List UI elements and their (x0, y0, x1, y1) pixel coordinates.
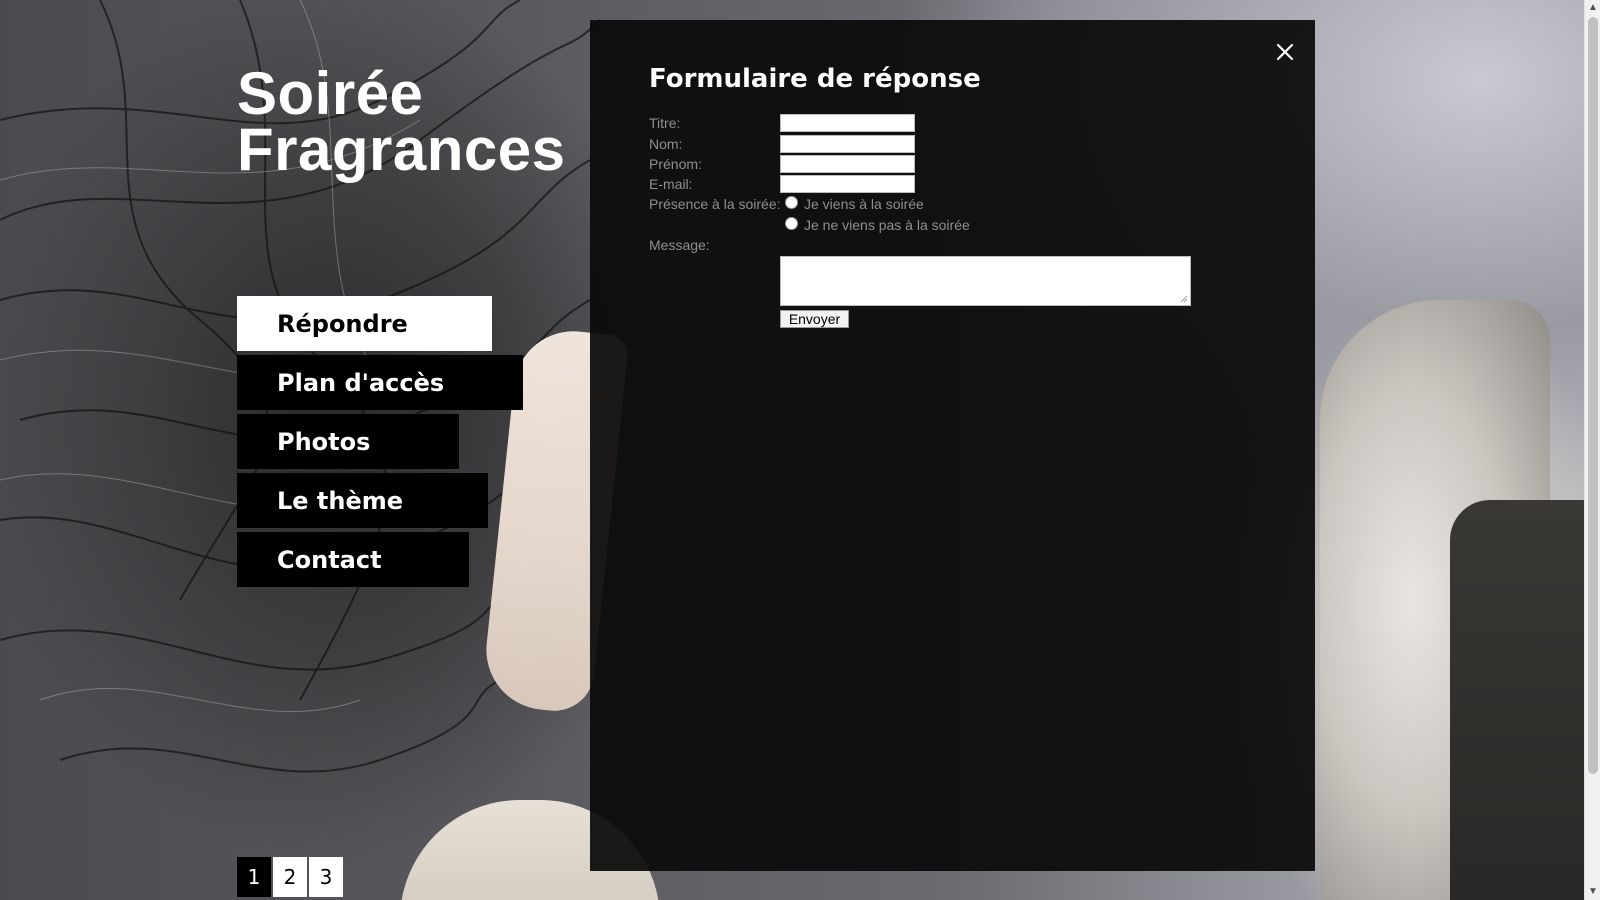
message-label: Message: (649, 237, 710, 253)
email-label: E-mail: (649, 176, 693, 192)
page-button-1[interactable]: 1 (237, 857, 271, 897)
nom-input[interactable] (780, 135, 915, 153)
radio-yes[interactable] (785, 196, 798, 209)
close-icon (1276, 43, 1294, 61)
nom-label: Nom: (649, 136, 683, 152)
nav-item-contact[interactable]: Contact (237, 532, 469, 587)
site-title-line2: Fragrances (237, 116, 566, 183)
nav-item-le-theme[interactable]: Le thème (237, 473, 488, 528)
message-textarea[interactable] (780, 256, 1191, 306)
nav-item-photos[interactable]: Photos (237, 414, 459, 469)
prenom-label: Prénom: (649, 156, 702, 172)
main-nav: Répondre Plan d'accès Photos Le thème Co… (237, 296, 523, 591)
scroll-down-arrow-icon[interactable]: ▼ (1585, 884, 1600, 900)
scroll-thumb[interactable] (1588, 17, 1598, 774)
modal-title: Formulaire de réponse (649, 64, 981, 94)
email-input[interactable] (780, 175, 915, 193)
site-title-line1: Soirée (237, 60, 424, 127)
nav-item-plan-acces[interactable]: Plan d'accès (237, 355, 523, 410)
titre-input[interactable] (780, 114, 915, 132)
response-form-modal: Formulaire de réponse Titre: Nom: Prénom… (590, 20, 1315, 871)
submit-button[interactable]: Envoyer (780, 310, 849, 328)
page-button-2[interactable]: 2 (273, 857, 307, 897)
radio-no-label[interactable]: Je ne viens pas à la soirée (804, 217, 970, 233)
page-button-3[interactable]: 3 (309, 857, 343, 897)
site-title: Soirée Fragrances (237, 60, 566, 183)
prenom-input[interactable] (780, 155, 915, 173)
coat-shape (1450, 500, 1584, 900)
resize-grip-icon[interactable] (1180, 295, 1188, 303)
presence-label: Présence à la soirée: (649, 196, 781, 212)
page-scrollbar[interactable]: ▲ ▼ (1584, 0, 1600, 900)
radio-yes-label[interactable]: Je viens à la soirée (804, 196, 924, 212)
radio-no[interactable] (785, 217, 798, 230)
pager: 1 2 3 (237, 857, 343, 897)
scroll-up-arrow-icon[interactable]: ▲ (1585, 0, 1600, 16)
close-button[interactable] (1275, 42, 1295, 62)
titre-label: Titre: (649, 115, 681, 131)
nav-item-repondre[interactable]: Répondre (237, 296, 492, 351)
